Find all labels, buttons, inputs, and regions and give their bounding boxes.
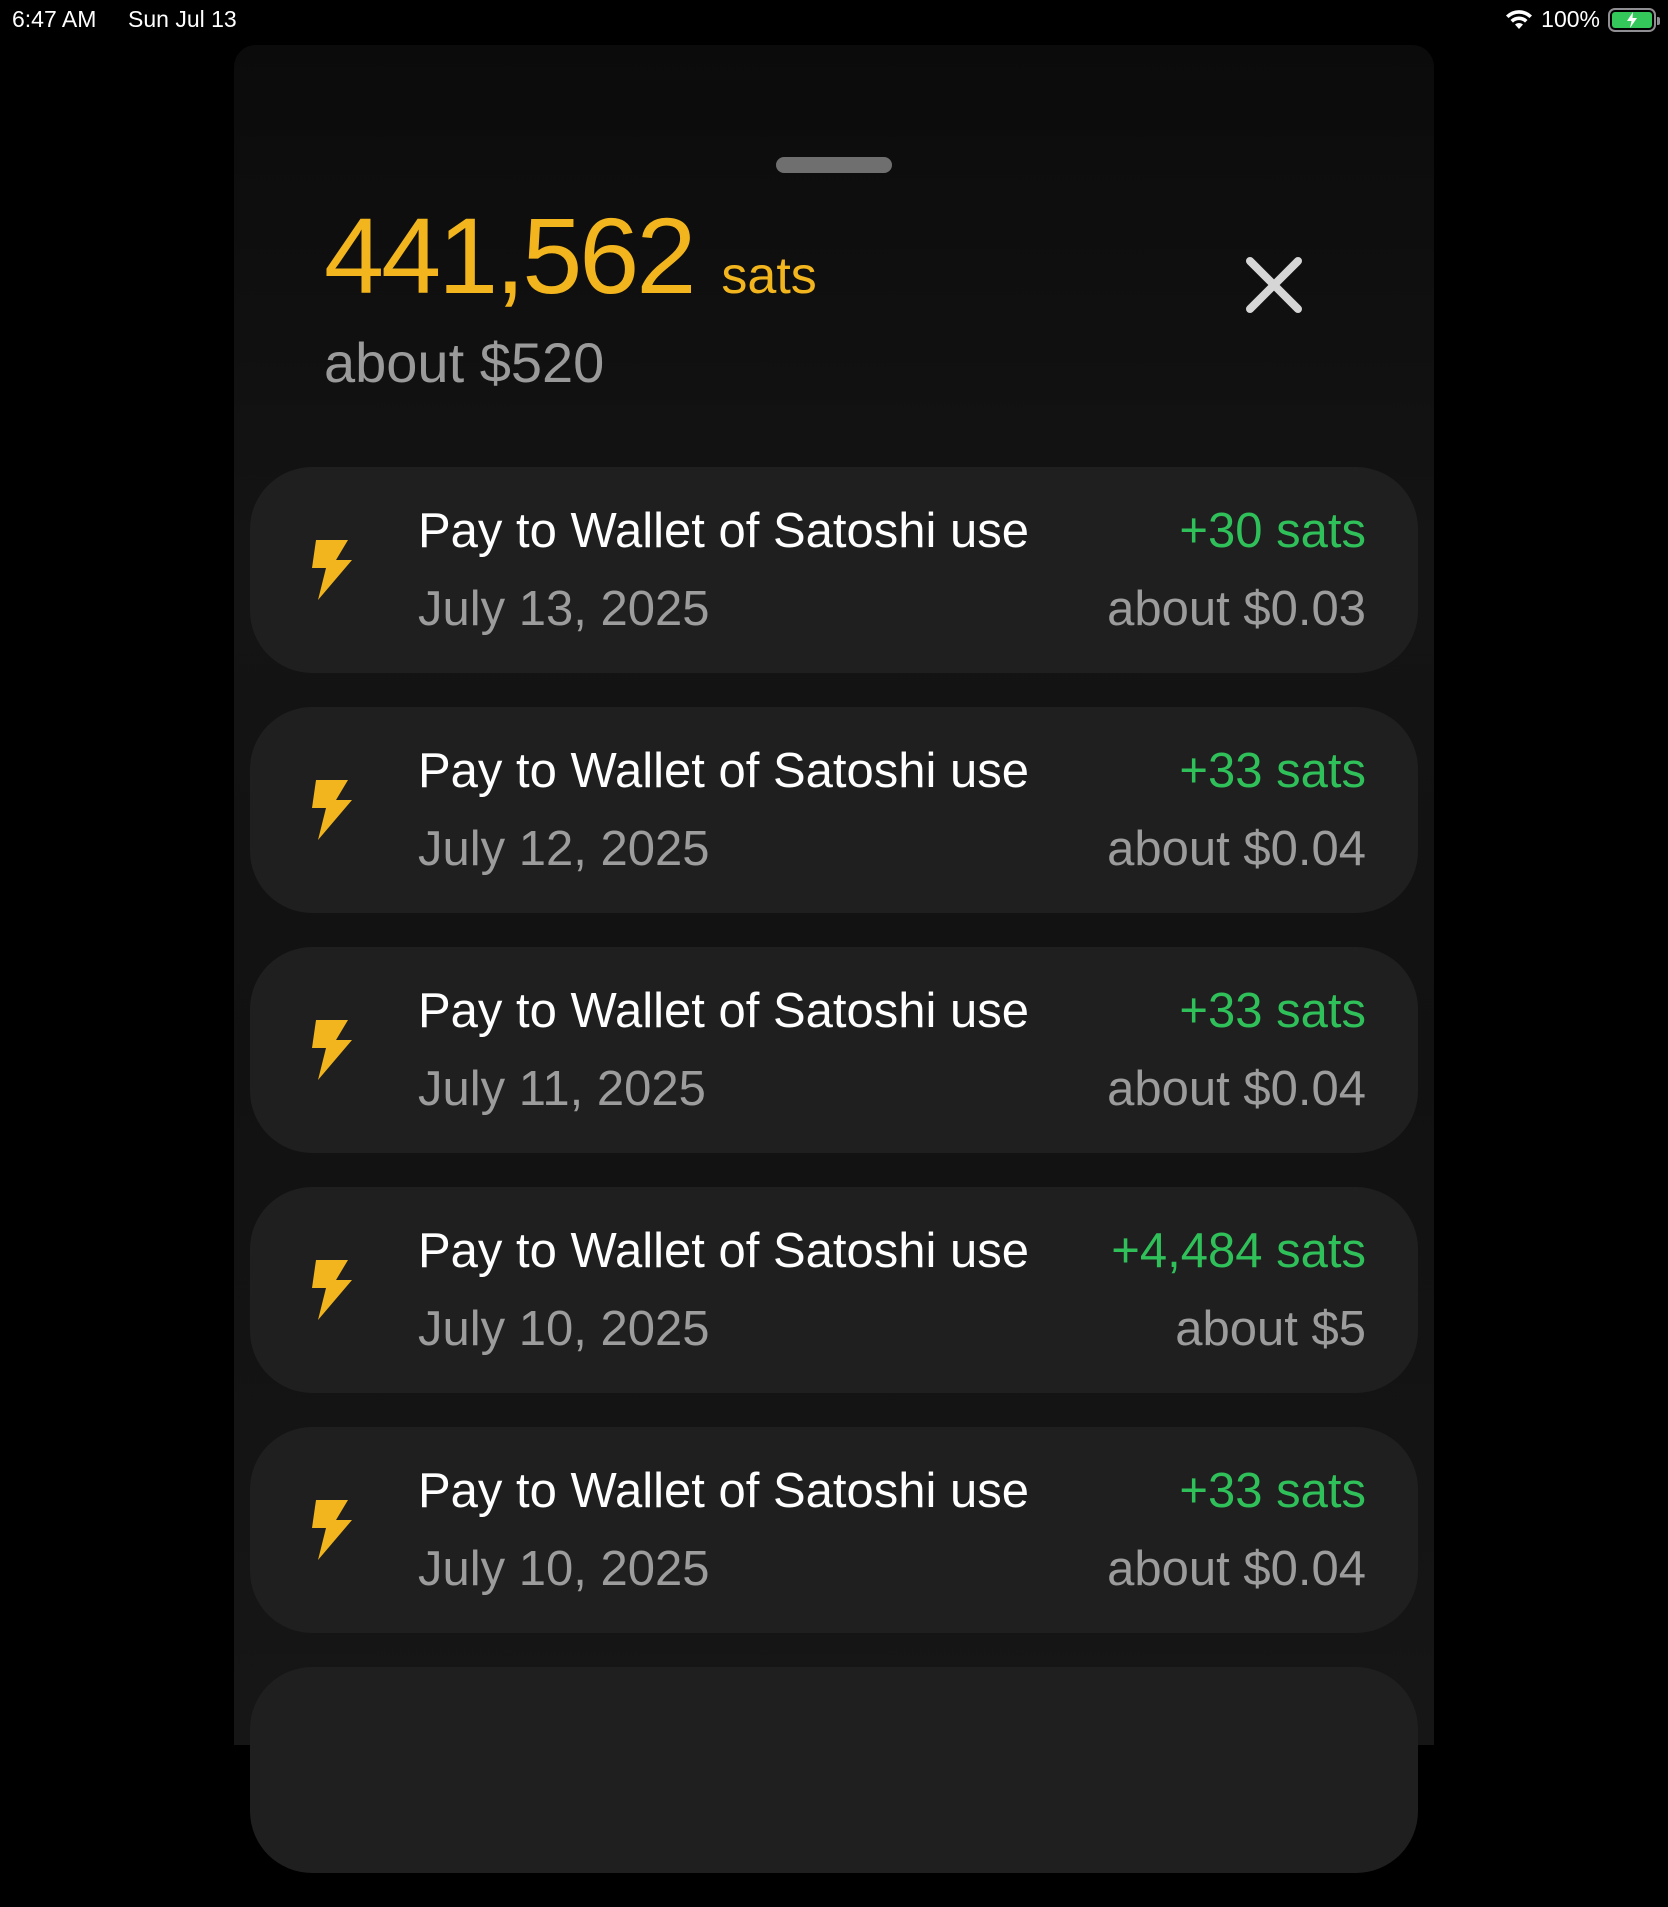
transaction-fiat: about $0.04 xyxy=(1107,822,1366,876)
sheet-grabber[interactable] xyxy=(776,157,892,173)
lightning-icon xyxy=(312,1020,352,1080)
balance-amount: 441,562 xyxy=(324,195,696,316)
transaction-fiat: about $0.04 xyxy=(1107,1542,1366,1596)
status-date: Sun Jul 13 xyxy=(128,6,237,32)
close-icon xyxy=(1246,257,1302,313)
transaction-fiat: about $0.03 xyxy=(1107,582,1366,636)
transaction-list: Pay to Wallet of Satoshi use July 13, 20… xyxy=(250,467,1418,1907)
transactions-sheet: 441,562 sats about $520 Pay to Wallet of… xyxy=(234,45,1434,1873)
transaction-date: July 10, 2025 xyxy=(418,1542,710,1596)
transaction-date: July 13, 2025 xyxy=(418,582,710,636)
transaction-title: Pay to Wallet of Satoshi use xyxy=(418,984,1029,1038)
transaction-title: Pay to Wallet of Satoshi use xyxy=(418,504,1029,558)
lightning-icon xyxy=(312,1260,352,1320)
balance-display: 441,562 sats xyxy=(324,193,817,318)
transaction-fiat: about $0.04 xyxy=(1107,1062,1366,1116)
transaction-title: Pay to Wallet of Satoshi use xyxy=(418,1464,1029,1518)
status-time: 6:47 AM xyxy=(12,6,97,32)
close-button[interactable] xyxy=(1244,255,1304,315)
wifi-icon xyxy=(1506,9,1533,29)
balance-unit: sats xyxy=(721,247,817,305)
transaction-date: July 10, 2025 xyxy=(418,1302,710,1356)
balance-fiat: about $520 xyxy=(324,331,605,394)
transaction-row[interactable]: Pay to Wallet of Satoshi use July 10, 20… xyxy=(250,1427,1418,1633)
transaction-title: Pay to Wallet of Satoshi use xyxy=(418,744,1029,798)
transaction-date: July 12, 2025 xyxy=(418,822,710,876)
transaction-amount: +4,484 sats xyxy=(1111,1224,1366,1278)
lightning-icon xyxy=(312,540,352,600)
transaction-row[interactable]: Pay to Wallet of Satoshi use July 11, 20… xyxy=(250,947,1418,1153)
transaction-fiat: about $5 xyxy=(1175,1302,1366,1356)
lightning-icon xyxy=(312,780,352,840)
lightning-icon xyxy=(312,1500,352,1560)
status-indicators: 100% xyxy=(1505,6,1660,33)
transaction-amount: +30 sats xyxy=(1179,504,1366,558)
transaction-row[interactable]: Pay to Wallet of Satoshi use July 13, 20… xyxy=(250,467,1418,673)
transaction-row[interactable]: Pay to Wallet of Satoshi use July 10, 20… xyxy=(250,1187,1418,1393)
transaction-date: July 11, 2025 xyxy=(418,1062,706,1116)
transaction-amount: +33 sats xyxy=(1179,984,1366,1038)
transaction-row-partial[interactable] xyxy=(250,1667,1418,1873)
status-bar: 6:47 AM Sun Jul 13 100% xyxy=(0,0,1668,40)
battery-icon xyxy=(1608,7,1660,32)
transaction-title: Pay to Wallet of Satoshi use xyxy=(418,1224,1029,1278)
transaction-amount: +33 sats xyxy=(1179,1464,1366,1518)
charging-bolt-icon xyxy=(1627,11,1637,28)
battery-percent: 100% xyxy=(1541,6,1600,32)
transaction-amount: +33 sats xyxy=(1179,744,1366,798)
transaction-row[interactable]: Pay to Wallet of Satoshi use July 12, 20… xyxy=(250,707,1418,913)
